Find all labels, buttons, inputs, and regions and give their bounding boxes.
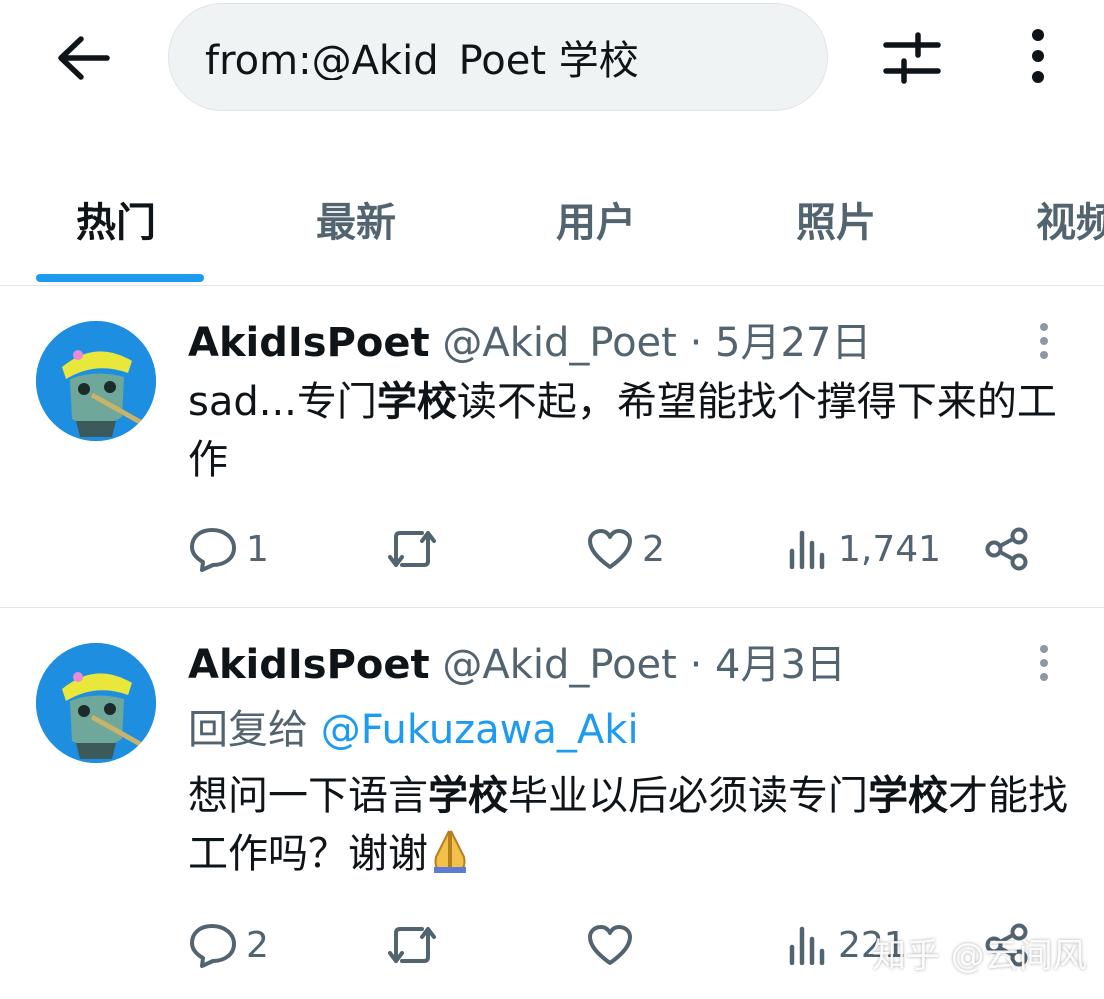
views-button[interactable]: 1,741 [788,519,941,579]
share-icon [985,527,1028,571]
highlighted-keyword: 学校 [428,773,508,819]
tweet-text-part: 想问一下语言 [188,773,428,819]
separator-dot: · [689,320,703,366]
more-vertical-icon [1040,323,1048,359]
active-tab-indicator [36,274,204,282]
tweet-header: AkidIsPoet @Akid_Poet · 5月27日 [188,317,871,369]
retweet-button[interactable] [384,915,448,975]
reply-count: 2 [246,924,269,966]
tweet-date[interactable]: 5月27日 [715,320,871,366]
tweet-more-button[interactable] [1020,319,1068,363]
tweet-header: AkidIsPoet @Akid_Poet · 4月3日 [188,639,846,691]
retweet-icon [388,927,436,963]
reply-prefix: 回复给 [188,707,308,753]
more-options-button[interactable] [1010,24,1066,88]
tab-people[interactable]: 用户 [556,190,636,248]
more-vertical-icon [1032,29,1044,83]
tweet-actions: 1 2 1,741 [188,519,1068,579]
share-button[interactable] [984,519,1030,579]
search-input[interactable] [205,34,827,80]
tab-top[interactable]: 热门 [76,190,156,248]
avatar-image [36,643,156,763]
tab-latest[interactable]: 最新 [316,190,396,248]
tweet-text-part: 毕业以后必须读专门 [508,773,868,819]
more-vertical-icon [1040,645,1048,681]
tweet-text: sad...专门学校读不起，希望能找个撑得下来的工作 [188,373,1078,489]
display-name[interactable]: AkidIsPoet [188,642,430,688]
tab-photos[interactable]: 照片 [796,190,876,248]
arrow-left-icon [58,36,110,80]
top-bar [0,0,1104,120]
tweet-more-button[interactable] [1020,641,1068,685]
bar-chart-icon [789,530,825,569]
watermark: 知乎 @云间风 [872,936,1087,976]
tweet[interactable]: AkidIsPoet @Akid_Poet · 5月27日 sad...专门学校… [0,287,1104,608]
avatar-image [36,321,156,441]
retweet-icon [388,531,436,567]
display-name[interactable]: AkidIsPoet [188,320,430,366]
heart-icon [588,925,632,965]
avatar[interactable] [36,321,156,441]
tab-videos[interactable]: 视频 [1036,190,1104,248]
tweet-text-part: sad...专门 [188,379,377,425]
reply-context: 回复给 @Fukuzawa_Aki [188,701,639,759]
search-tabs: 热门 最新 用户 照片 视频 [0,160,1104,286]
sliders-icon [883,32,941,84]
user-handle[interactable]: @Akid_Poet [442,320,677,366]
heart-icon [588,529,632,569]
bar-chart-icon [789,926,825,965]
reply-button[interactable]: 2 [188,915,269,975]
like-button[interactable] [586,915,642,975]
tweet-text: 想问一下语言学校毕业以后必须读专门学校才能找工作吗？谢谢 [188,767,1078,889]
retweet-button[interactable] [384,519,448,579]
search-bar[interactable] [168,3,828,111]
reply-to-link[interactable]: @Fukuzawa_Aki [321,707,639,753]
comment-icon [190,924,236,968]
like-button[interactable]: 2 [586,519,665,579]
comment-icon [190,528,236,572]
reply-count: 1 [246,528,269,570]
separator-dot: · [689,642,703,688]
avatar[interactable] [36,643,156,763]
views-count: 1,741 [838,528,942,570]
highlighted-keyword: 学校 [868,773,948,819]
search-filter-button[interactable] [876,26,948,90]
highlighted-keyword: 学校 [376,379,457,425]
reply-button[interactable]: 1 [188,519,269,579]
user-handle[interactable]: @Akid_Poet [442,642,677,688]
like-count: 2 [642,528,665,570]
folded-hands-icon [428,827,472,889]
back-button[interactable] [52,26,116,90]
tweet-date[interactable]: 4月3日 [715,642,846,688]
